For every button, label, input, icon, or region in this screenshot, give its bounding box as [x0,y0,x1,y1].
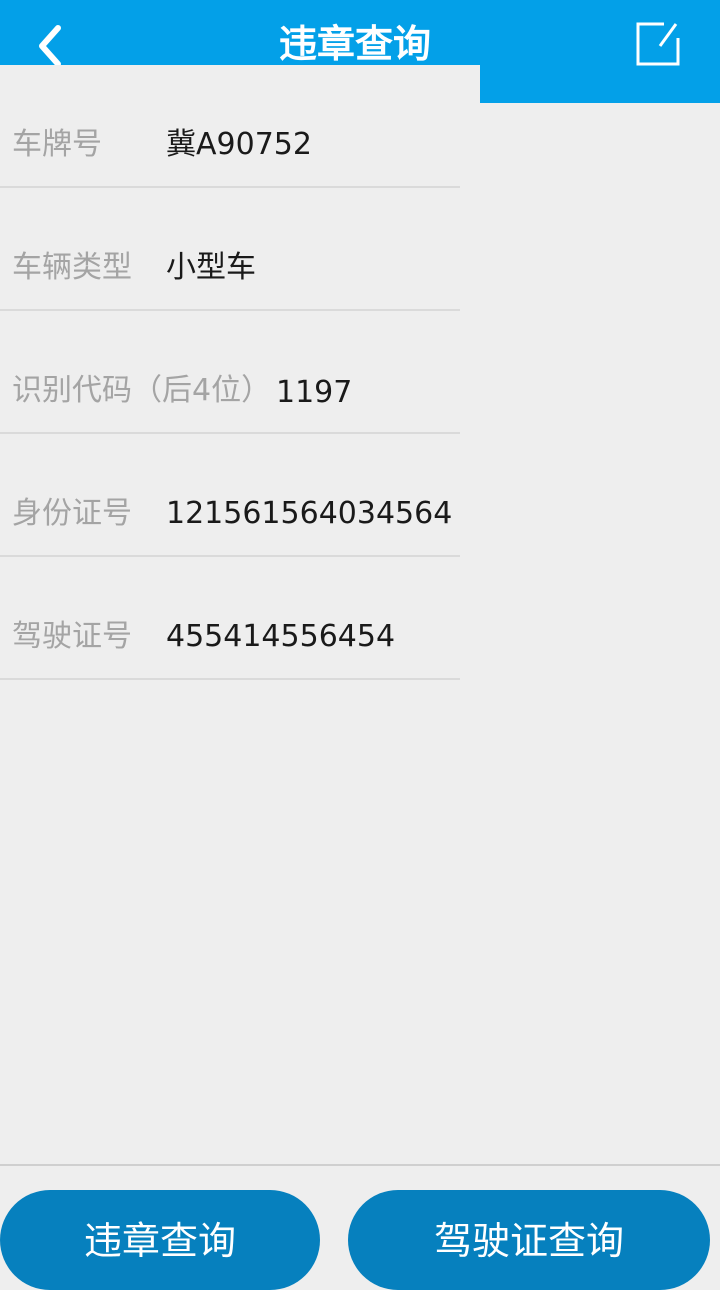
vehicle-type-label: 车辆类型 [12,250,132,285]
plate-number-value[interactable]: 冀A90752 [166,125,312,165]
row-divider [0,678,460,680]
plate-number-row[interactable]: 车牌号 冀A90752 [0,65,460,188]
license-number-value[interactable]: 455414556454 [166,617,395,657]
vehicle-info-form: 车牌号 冀A90752 车辆类型 小型车 识别代码（后4位） 1197 身份证号… [0,65,480,1165]
id-number-label: 身份证号 [12,496,132,531]
id-number-value[interactable]: 121561564034564 [166,494,452,534]
page-title: 违章查询 [278,22,431,66]
license-number-row[interactable]: 驾驶证号 455414556454 [0,557,460,680]
vehicle-type-value[interactable]: 小型车 [166,248,256,288]
bottom-divider [0,1164,720,1166]
vin-code-row[interactable]: 识别代码（后4位） 1197 [0,311,460,434]
edit-button[interactable] [634,20,682,68]
edit-icon [636,22,680,66]
vehicle-type-row[interactable]: 车辆类型 小型车 [0,188,460,311]
id-number-row[interactable]: 身份证号 121561564034564 [0,434,460,557]
vin-code-label: 识别代码（后4位） [12,373,272,408]
vin-code-value[interactable]: 1197 [276,373,352,413]
license-query-button[interactable]: 驾驶证查询 [348,1190,710,1290]
plate-number-label: 车牌号 [12,127,102,162]
license-number-label: 驾驶证号 [12,619,132,654]
violation-query-button[interactable]: 违章查询 [0,1190,320,1290]
